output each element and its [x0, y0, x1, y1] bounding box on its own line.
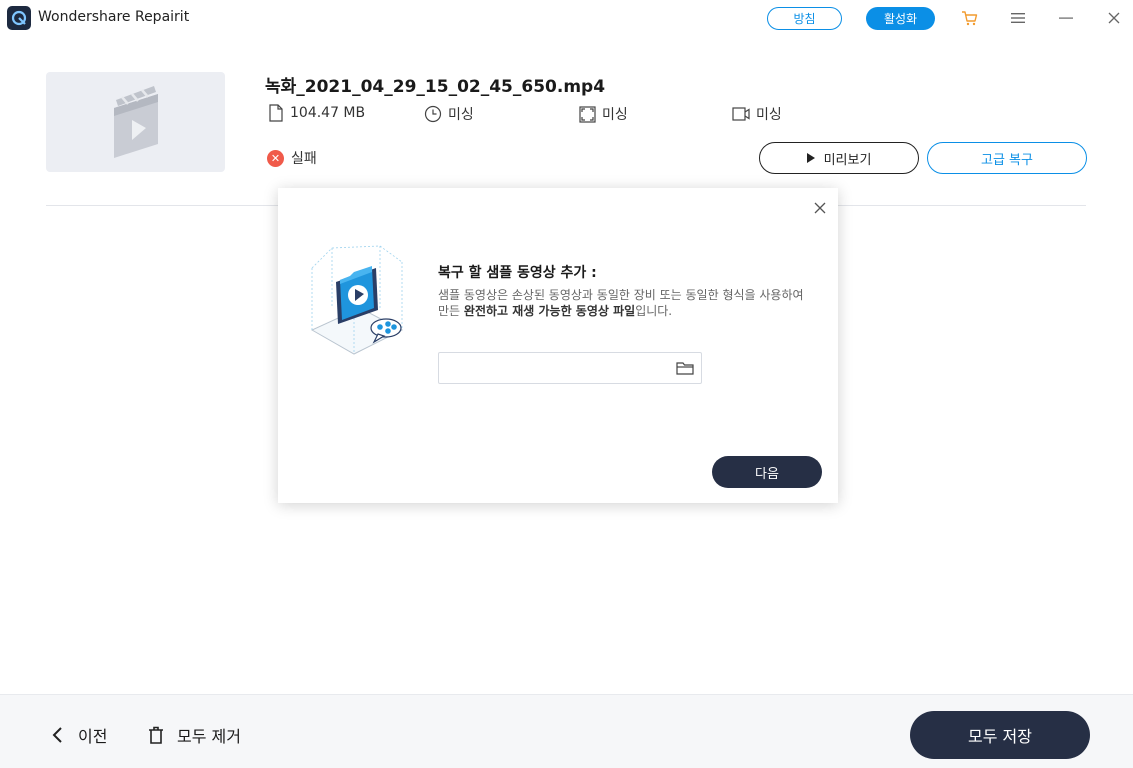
app-logo-icon [7, 6, 31, 30]
document-icon [269, 104, 283, 122]
chevron-left-icon [52, 727, 62, 743]
resolution-value: 미싱 [602, 107, 628, 123]
duration-info: 미싱 [424, 104, 474, 124]
sample-path-input[interactable] [439, 353, 669, 383]
codec-value: 미싱 [756, 107, 782, 123]
resolution-info: 미싱 [579, 104, 628, 124]
menu-icon[interactable] [1008, 8, 1028, 28]
clock-icon [424, 105, 442, 123]
dialog-desc-part2: 입니다. [635, 304, 673, 318]
video-camera-icon [732, 107, 750, 121]
file-name: 녹화_2021_04_29_15_02_45_650.mp4 [265, 77, 606, 97]
dialog-close-icon[interactable] [812, 200, 828, 216]
app-title: Wondershare Repairit [38, 9, 190, 25]
file-size-info: 104.47 MB [268, 104, 365, 122]
advanced-repair-button[interactable]: 고급 복구 [927, 142, 1087, 174]
close-icon[interactable] [1104, 8, 1124, 28]
file-size: 104.47 MB [290, 105, 366, 121]
play-icon [806, 153, 815, 163]
sample-video-dialog: 복구 할 샘플 동영상 추가 : 샘플 동영상은 손상된 동영상과 동일한 장비… [278, 188, 838, 503]
back-label: 이전 [78, 727, 108, 746]
repairit-window: Wondershare Repairit 방침 활성화 녹화_2021_04_2… [0, 0, 1133, 768]
remove-all-button[interactable]: 모두 제거 [148, 723, 241, 747]
duration-value: 미싱 [448, 107, 474, 123]
clapperboard-icon [113, 86, 158, 158]
codec-info: 미싱 [732, 104, 782, 124]
next-button[interactable]: 다음 [712, 456, 822, 488]
cart-icon[interactable] [959, 8, 979, 28]
buy-button[interactable]: 방침 [767, 7, 842, 30]
dialog-title: 복구 할 샘플 동영상 추가 : [438, 265, 597, 281]
activate-button[interactable]: 활성화 [866, 7, 935, 30]
save-all-button[interactable]: 모두 저장 [910, 711, 1090, 759]
sample-path-field [438, 352, 702, 384]
preview-label: 미리보기 [823, 152, 872, 168]
status-text: 실패 [291, 151, 317, 167]
video-thumbnail [46, 72, 225, 172]
back-button[interactable]: 이전 [52, 723, 107, 747]
trash-icon [149, 726, 163, 744]
dialog-description: 샘플 동영상은 손상된 동영상과 동일한 장비 또는 동일한 형식을 사용하여 … [438, 287, 808, 319]
error-icon: ✕ [267, 149, 284, 167]
remove-all-label: 모두 제거 [177, 727, 241, 746]
sample-video-illustration-icon [310, 245, 404, 355]
footer-bar: 이전 모두 제거 모두 저장 [0, 694, 1133, 768]
folder-icon[interactable] [676, 360, 694, 376]
preview-button[interactable]: 미리보기 [759, 142, 919, 174]
minimize-icon[interactable] [1056, 8, 1076, 28]
repair-status: ✕ 실패 [267, 148, 317, 168]
resolution-icon [579, 105, 596, 123]
dialog-desc-bold: 완전하고 재생 가능한 동영상 파일 [463, 304, 636, 318]
title-bar: Wondershare Repairit 방침 활성화 [0, 0, 1133, 36]
